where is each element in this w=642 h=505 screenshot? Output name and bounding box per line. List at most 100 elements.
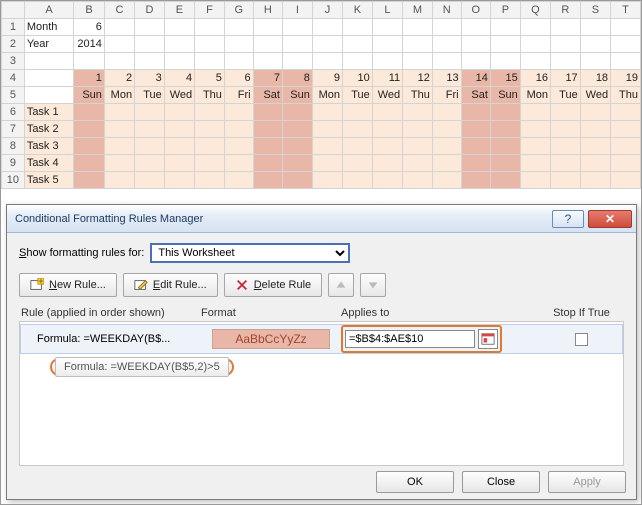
cell[interactable] bbox=[403, 121, 433, 138]
cell[interactable] bbox=[550, 121, 580, 138]
cell[interactable] bbox=[550, 53, 580, 70]
col-header[interactable]: L bbox=[372, 2, 402, 19]
cell[interactable] bbox=[135, 36, 165, 53]
cell[interactable] bbox=[312, 172, 342, 189]
stop-if-true-checkbox[interactable] bbox=[575, 333, 588, 346]
col-header[interactable]: S bbox=[580, 2, 610, 19]
cell[interactable] bbox=[580, 172, 610, 189]
cell[interactable] bbox=[403, 19, 433, 36]
col-header[interactable]: R bbox=[550, 2, 580, 19]
rule-row[interactable]: Formula: =WEEKDAY(B$... AaBbCcYyZz bbox=[20, 324, 623, 354]
cell[interactable] bbox=[580, 155, 610, 172]
cell[interactable] bbox=[403, 104, 433, 121]
cell[interactable] bbox=[253, 121, 282, 138]
delete-rule-button[interactable]: Delete Rule bbox=[224, 273, 323, 297]
cell[interactable] bbox=[520, 36, 550, 53]
cell[interactable] bbox=[164, 19, 194, 36]
cell[interactable] bbox=[253, 104, 282, 121]
cell[interactable] bbox=[164, 138, 194, 155]
cell[interactable]: 4 bbox=[164, 70, 194, 87]
cell[interactable] bbox=[135, 104, 165, 121]
cell[interactable] bbox=[282, 121, 312, 138]
cell[interactable]: Month bbox=[24, 19, 73, 36]
cell[interactable] bbox=[611, 138, 641, 155]
cell[interactable]: 15 bbox=[490, 70, 520, 87]
cell[interactable] bbox=[104, 121, 134, 138]
cell[interactable] bbox=[74, 104, 105, 121]
cell[interactable]: 12 bbox=[403, 70, 433, 87]
cell[interactable] bbox=[282, 155, 312, 172]
cell[interactable] bbox=[312, 138, 342, 155]
cell[interactable] bbox=[195, 121, 225, 138]
cell[interactable] bbox=[580, 53, 610, 70]
cell[interactable]: Thu bbox=[195, 87, 225, 104]
cell[interactable] bbox=[461, 121, 490, 138]
cell[interactable] bbox=[372, 19, 402, 36]
col-header[interactable]: J bbox=[312, 2, 342, 19]
cell[interactable] bbox=[164, 155, 194, 172]
cell[interactable]: 6 bbox=[224, 70, 253, 87]
cell[interactable] bbox=[74, 138, 105, 155]
cell[interactable]: 9 bbox=[312, 70, 342, 87]
cell[interactable] bbox=[224, 104, 253, 121]
cell[interactable] bbox=[195, 138, 225, 155]
cell[interactable] bbox=[224, 155, 253, 172]
cell[interactable] bbox=[372, 172, 402, 189]
cell[interactable] bbox=[195, 104, 225, 121]
cell[interactable] bbox=[164, 172, 194, 189]
cell[interactable] bbox=[372, 53, 402, 70]
edit-rule-button[interactable]: Edit Rule... bbox=[123, 273, 218, 297]
cell[interactable] bbox=[282, 172, 312, 189]
cell[interactable]: 17 bbox=[550, 70, 580, 87]
cell[interactable] bbox=[432, 36, 461, 53]
cell[interactable] bbox=[104, 53, 134, 70]
col-header[interactable]: I bbox=[282, 2, 312, 19]
cell[interactable] bbox=[253, 36, 282, 53]
cell[interactable] bbox=[343, 138, 373, 155]
cell[interactable] bbox=[372, 36, 402, 53]
cell[interactable]: 3 bbox=[135, 70, 165, 87]
cell[interactable]: Mon bbox=[312, 87, 342, 104]
cell[interactable]: Sat bbox=[253, 87, 282, 104]
cell[interactable] bbox=[74, 121, 105, 138]
cell[interactable] bbox=[490, 121, 520, 138]
cell[interactable] bbox=[282, 138, 312, 155]
range-picker-button[interactable] bbox=[478, 329, 498, 349]
applies-to-input[interactable] bbox=[345, 330, 475, 348]
cell[interactable] bbox=[550, 172, 580, 189]
col-header[interactable]: A bbox=[24, 2, 73, 19]
cell[interactable] bbox=[253, 172, 282, 189]
help-button[interactable]: ? bbox=[552, 210, 584, 228]
cell[interactable]: 19 bbox=[611, 70, 641, 87]
cell[interactable] bbox=[461, 53, 490, 70]
cell[interactable] bbox=[461, 155, 490, 172]
cell[interactable] bbox=[403, 53, 433, 70]
cell[interactable] bbox=[24, 70, 73, 87]
cell[interactable] bbox=[24, 87, 73, 104]
cell[interactable] bbox=[282, 53, 312, 70]
cell[interactable] bbox=[195, 53, 225, 70]
cell[interactable]: 2 bbox=[104, 70, 134, 87]
close-window-button[interactable]: ✕ bbox=[588, 210, 632, 228]
cell[interactable] bbox=[490, 19, 520, 36]
cell[interactable] bbox=[312, 155, 342, 172]
cell[interactable]: Task 4 bbox=[24, 155, 73, 172]
cell[interactable] bbox=[403, 155, 433, 172]
cell[interactable] bbox=[253, 19, 282, 36]
cell[interactable]: Sat bbox=[461, 87, 490, 104]
dialog-titlebar[interactable]: Conditional Formatting Rules Manager ? ✕ bbox=[7, 205, 636, 233]
cell[interactable] bbox=[195, 155, 225, 172]
cell[interactable] bbox=[195, 19, 225, 36]
cell[interactable] bbox=[461, 36, 490, 53]
cell[interactable] bbox=[372, 155, 402, 172]
cell[interactable] bbox=[550, 104, 580, 121]
cell[interactable] bbox=[580, 138, 610, 155]
cell[interactable] bbox=[135, 53, 165, 70]
cell[interactable] bbox=[164, 104, 194, 121]
col-header[interactable]: D bbox=[135, 2, 165, 19]
cell[interactable]: Thu bbox=[611, 87, 641, 104]
cell[interactable]: Sun bbox=[74, 87, 105, 104]
cell[interactable] bbox=[490, 104, 520, 121]
cell[interactable] bbox=[253, 138, 282, 155]
cell[interactable]: Wed bbox=[372, 87, 402, 104]
